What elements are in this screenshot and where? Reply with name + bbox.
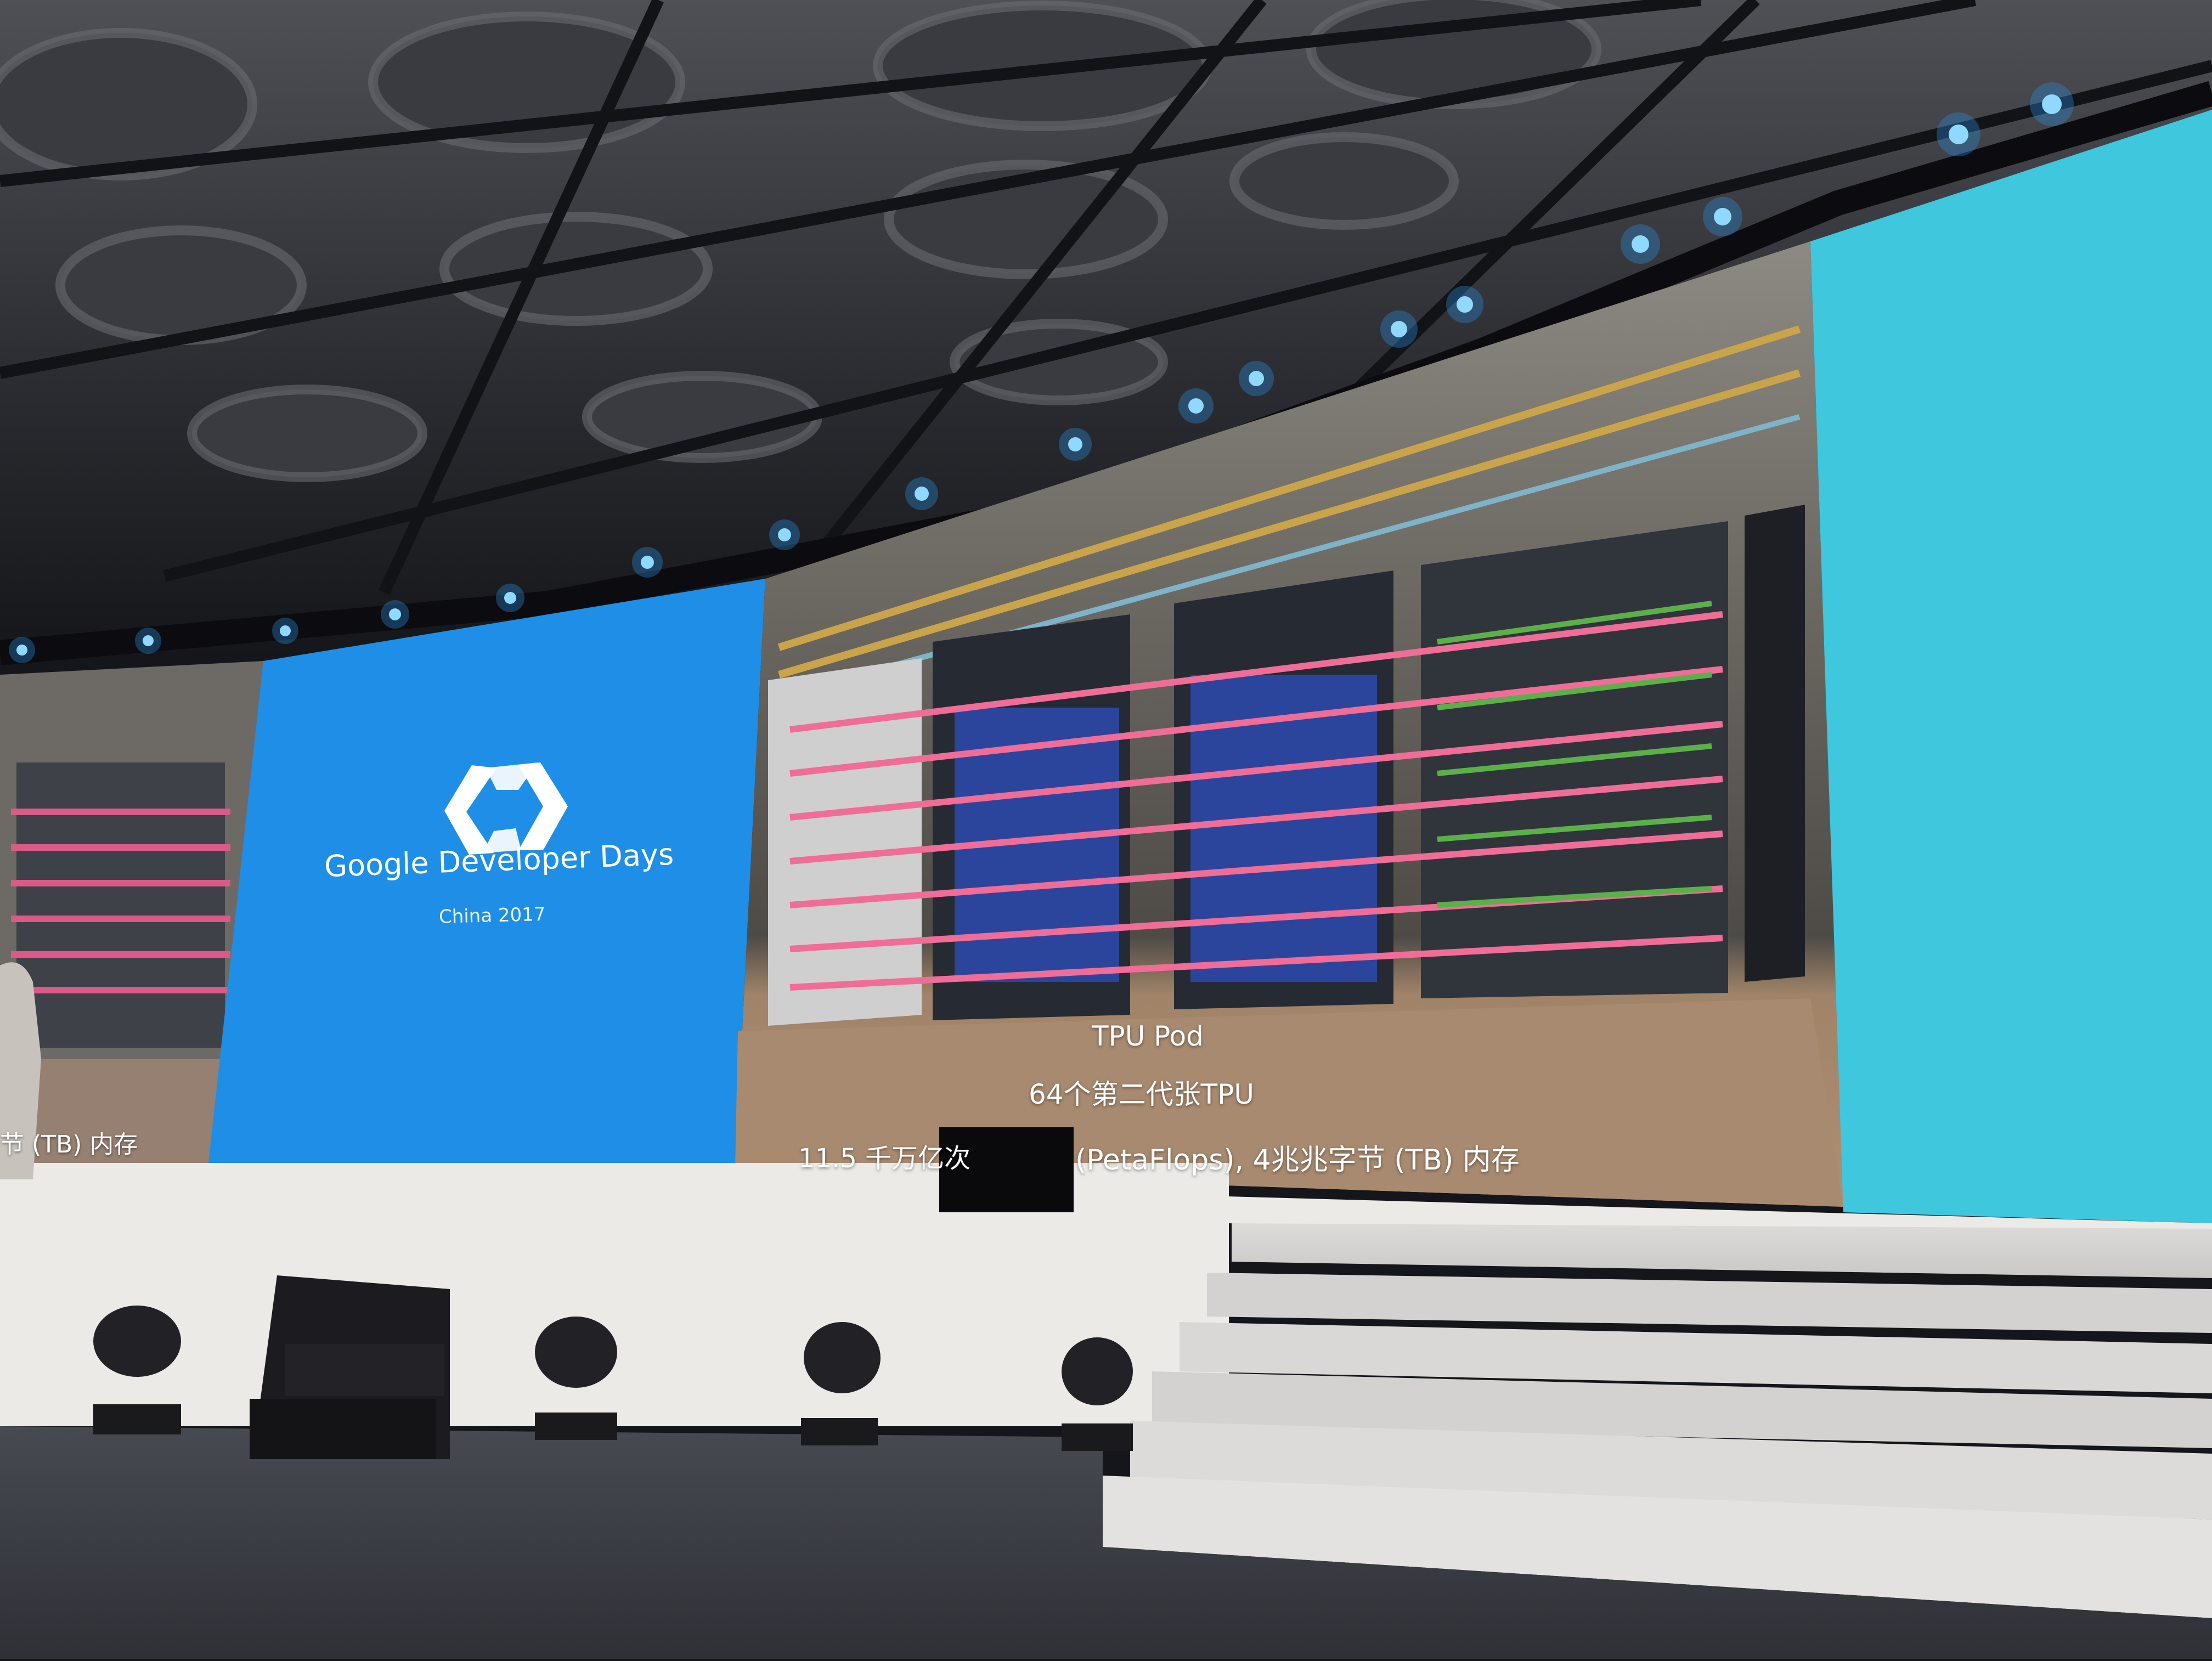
scene: Google Developer Days China 2017 TPU Pod…: [0, 0, 2212, 1659]
event-subtitle: China 2017: [438, 903, 546, 928]
speaker-box-icon: [250, 1275, 450, 1459]
caption-specs-left: 11.5 千万亿次: [798, 1143, 971, 1174]
event-stage-photo: [0, 0, 2212, 1659]
caption-specs-right: (PetaFlops), 4兆兆字节 (TB) 内存: [1075, 1144, 1520, 1177]
caption-title: TPU Pod: [1092, 1020, 1204, 1052]
far-left-partial-caption: 节 (TB) 内存: [0, 1131, 138, 1159]
cyan-screen: [1810, 110, 2212, 1223]
caption-tpu-count: 64个第二代张TPU: [1029, 1078, 1254, 1110]
